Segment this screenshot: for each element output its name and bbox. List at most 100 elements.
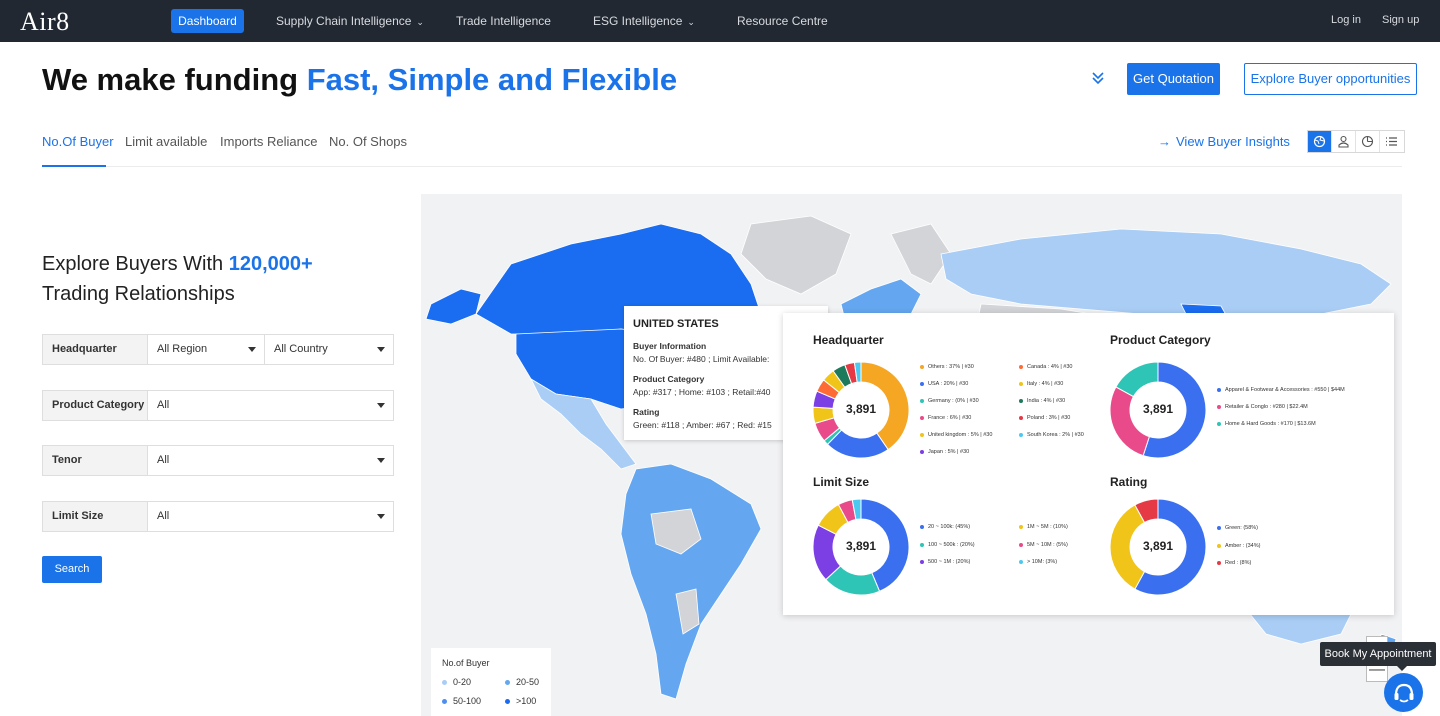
legend-dot xyxy=(1019,559,1023,564)
logo[interactable]: Air8 xyxy=(20,7,70,37)
donut-legend-item: Red : (8%) xyxy=(1217,560,1251,566)
map-legend: No.of Buyer 0-20 20-50 50-100 >100 xyxy=(431,648,551,716)
donut-legend-item: Poland : 3% | #30 xyxy=(1019,415,1070,421)
donut-legend-item: Germany : (0% | #30 xyxy=(920,398,979,404)
filter-label: Limit Size xyxy=(43,502,148,531)
caret-down-icon xyxy=(377,514,385,519)
donut-legend-item: Others : 37% | #30 xyxy=(920,364,974,370)
clock-chart-icon[interactable] xyxy=(1356,131,1380,152)
legend-label: 1M ~ 5M : (10%) xyxy=(1027,524,1068,530)
nav-supply-chain-intelligence[interactable]: Supply Chain Intelligence ⌄ xyxy=(276,14,424,28)
legend-dot xyxy=(920,449,924,454)
filter-headquarter: Headquarter All Region All Country xyxy=(42,334,394,365)
donut-legend-item: 500 ~ 1M : (20%) xyxy=(920,559,970,565)
view-mode-switch xyxy=(1307,130,1405,153)
get-quotation-button[interactable]: Get Quotation xyxy=(1127,63,1220,95)
tooltip-product-label: Product Category xyxy=(633,374,705,384)
legend-label: Amber : (34%) xyxy=(1225,543,1261,549)
tooltip-rating-line: Green: #118 ; Amber: #67 ; Red: #15 xyxy=(633,420,772,430)
tenor-select[interactable]: All xyxy=(148,446,393,475)
caret-down-icon xyxy=(377,347,385,352)
donut-legend-item: Home & Hard Goods : #170 | $13.6M xyxy=(1217,421,1316,427)
tabs-divider xyxy=(42,166,1402,167)
legend-dot xyxy=(1019,524,1023,529)
filter-label: Tenor xyxy=(43,446,148,475)
legend-dot xyxy=(1217,543,1221,548)
top-nav: Air8 Dashboard Supply Chain Intelligence… xyxy=(0,0,1440,42)
login-link[interactable]: Log in xyxy=(1331,14,1361,26)
filter-product-category: Product Category All xyxy=(42,390,394,421)
legend-label: Poland : 3% | #30 xyxy=(1027,415,1071,421)
legend-label: Germany : (0% | #30 xyxy=(928,398,979,404)
tab-no-of-buyer[interactable]: No.Of Buyer xyxy=(42,134,114,149)
signup-link[interactable]: Sign up xyxy=(1382,14,1419,26)
country-select[interactable]: All Country xyxy=(265,335,393,364)
legend-label: Red : (8%) xyxy=(1225,560,1252,566)
product-category-select[interactable]: All xyxy=(148,391,393,420)
headquarter-title: Headquarter xyxy=(813,333,884,347)
donut-slice[interactable] xyxy=(1109,386,1150,457)
filter-tenor: Tenor All xyxy=(42,445,394,476)
caret-down-icon xyxy=(377,403,385,408)
legend-item: 20-50 xyxy=(505,677,539,687)
nav-esg-intelligence[interactable]: ESG Intelligence ⌄ xyxy=(593,14,695,28)
donut-legend-item: > 10M: (3%) xyxy=(1019,559,1057,565)
explore-buyer-button[interactable]: Explore Buyer opportunities xyxy=(1244,63,1417,95)
nav-dashboard[interactable]: Dashboard xyxy=(171,9,244,33)
legend-dot xyxy=(920,415,924,420)
donut-legend-item: Green: (58%) xyxy=(1217,525,1258,531)
book-appointment-tooltip[interactable]: Book My Appointment xyxy=(1320,642,1436,666)
chat-support-button[interactable] xyxy=(1384,673,1423,712)
limit-size-title: Limit Size xyxy=(813,475,870,489)
map-icon[interactable] xyxy=(1308,131,1332,152)
donut-legend-item: 5M ~ 10M : (5%) xyxy=(1019,542,1068,548)
chevron-down-icon: ⌄ xyxy=(687,17,695,27)
rating-donut: 3,891 xyxy=(1109,498,1207,596)
chevron-down-icon: ⌄ xyxy=(416,17,424,27)
caret-down-icon xyxy=(377,458,385,463)
tab-no-of-shops[interactable]: No. Of Shops xyxy=(329,134,407,149)
legend-label: France : 6% | #30 xyxy=(928,415,972,421)
legend-label: India : 4% | #30 xyxy=(1027,398,1066,404)
search-button[interactable]: Search xyxy=(42,556,102,583)
product-category-donut: 3,891 xyxy=(1109,361,1207,459)
legend-label: 100 ~ 500k : (20%) xyxy=(928,542,975,548)
donut-legend-item: USA : 20% | #30 xyxy=(920,381,968,387)
legend-label: Others : 37% | #30 xyxy=(928,364,974,370)
legend-dot xyxy=(1019,542,1023,547)
legend-dot xyxy=(1019,398,1023,403)
person-chart-icon[interactable] xyxy=(1332,131,1356,152)
product-category-title: Product Category xyxy=(1110,333,1211,347)
legend-dot xyxy=(920,542,924,547)
view-buyer-insights-link[interactable]: → View Buyer Insights xyxy=(1158,134,1290,149)
limit-size-select[interactable]: All xyxy=(148,502,393,531)
legend-dot xyxy=(1217,421,1221,426)
tab-limit-available[interactable]: Limit available xyxy=(125,134,207,149)
double-chevron-down-icon[interactable] xyxy=(1090,70,1106,86)
nav-resource-centre[interactable]: Resource Centre xyxy=(737,14,828,28)
legend-item: 0-20 xyxy=(442,677,471,687)
limit-size-donut: 3,891 xyxy=(812,498,910,596)
legend-label: Japan : 5% | #30 xyxy=(928,449,970,455)
donut-legend-item: Italy : 4% | #30 xyxy=(1019,381,1063,387)
donut-legend-item: 100 ~ 500k : (20%) xyxy=(920,542,975,548)
legend-label: 500 ~ 1M : (20%) xyxy=(928,559,971,565)
list-icon[interactable] xyxy=(1380,131,1404,152)
donut-legend-item: France : 6% | #30 xyxy=(920,415,971,421)
rating-total: 3,891 xyxy=(1142,539,1174,553)
product-category-total: 3,891 xyxy=(1142,402,1174,416)
legend-item: >100 xyxy=(505,696,536,706)
legend-dot xyxy=(1217,525,1221,530)
legend-label: South Korea : 2% | #30 xyxy=(1027,432,1084,438)
legend-dot xyxy=(1019,364,1023,369)
donut-legend-item: Retailer & Conglo : #280 | $22.4M xyxy=(1217,404,1308,410)
tab-imports-reliance[interactable]: Imports Reliance xyxy=(220,134,318,149)
tooltip-product-line: App: #317 ; Home: #103 ; Retail:#40 xyxy=(633,387,771,397)
nav-trade-intelligence[interactable]: Trade Intelligence xyxy=(456,14,551,28)
headquarter-donut: 3,891 xyxy=(812,361,910,459)
legend-dot xyxy=(920,398,924,403)
tooltip-buyer-label: Buyer Information xyxy=(633,341,707,351)
donut-legend-item: India : 4% | #30 xyxy=(1019,398,1065,404)
region-select[interactable]: All Region xyxy=(148,335,265,364)
legend-label: Canada : 4% | #30 xyxy=(1027,364,1073,370)
